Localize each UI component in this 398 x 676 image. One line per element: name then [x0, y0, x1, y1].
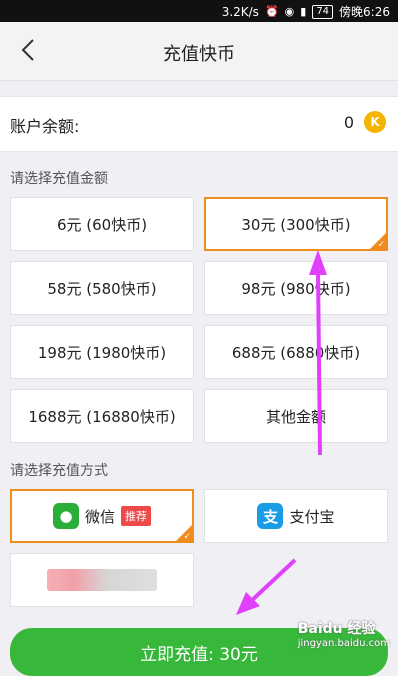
amount-option-other[interactable]: 其他金额 [204, 389, 388, 443]
amount-section-title: 请选择充值金额 [10, 171, 108, 187]
baidu-jingyan-watermark: Baidu 经验 jingyan.baidu.com [297, 621, 390, 649]
wechat-pay-option[interactable]: ● 微信 推荐 ✓ [10, 489, 194, 543]
wechat-icon: ● [52, 503, 79, 529]
clock: 傍晚6:26 [339, 5, 390, 19]
coin-icon: K [364, 111, 386, 133]
amount-option[interactable]: 1688元 (16880快币) [10, 389, 194, 443]
amount-option[interactable]: 198元 (1980快币) [10, 325, 194, 379]
balance-row: 账户余额: 0 K [0, 96, 398, 152]
wechat-label: 微信 [84, 507, 115, 526]
alipay-label: 支付宝 [289, 507, 335, 526]
status-icons: 3.2K/s ⏰ ◉ ▮ 74 傍晚6:26 [222, 3, 390, 20]
check-icon: ✓ [377, 240, 385, 250]
alipay-icon: 支 [257, 503, 284, 529]
balance-label: 账户余额: [10, 117, 80, 136]
alarm-icon: ⏰ [264, 5, 279, 18]
blurred-content [47, 569, 157, 591]
nav-bar: 充值快币 [0, 22, 398, 81]
alipay-option[interactable]: 支 支付宝 [204, 489, 388, 543]
balance-value: 0 [343, 113, 354, 132]
status-bar: 3.2K/s ⏰ ◉ ▮ 74 傍晚6:26 [0, 0, 398, 22]
recommended-badge: 推荐 [121, 506, 151, 526]
check-icon: ✓ [183, 532, 191, 542]
eye-icon: ◉ [284, 5, 295, 18]
signal-icon: ▮ [300, 5, 307, 18]
amount-option[interactable]: 688元 (6880快币) [204, 325, 388, 379]
method-section-title: 请选择充值方式 [10, 463, 108, 479]
blurred-pay-option[interactable] [10, 553, 194, 607]
amount-grid: 6元 (60快币) 30元 (300快币) ✓ 58元 (580快币) 98元 … [10, 197, 388, 443]
page-title: 充值快币 [163, 44, 235, 65]
amount-option-selected[interactable]: 30元 (300快币) ✓ [204, 197, 388, 251]
network-speed: 3.2K/s [221, 4, 259, 19]
amount-option[interactable]: 6元 (60快币) [10, 197, 194, 251]
amount-option[interactable]: 98元 (980快币) [204, 261, 388, 315]
method-grid: ● 微信 推荐 ✓ 支 支付宝 [10, 489, 388, 607]
amount-option[interactable]: 58元 (580快币) [10, 261, 194, 315]
battery-icon: 74 [312, 4, 334, 19]
